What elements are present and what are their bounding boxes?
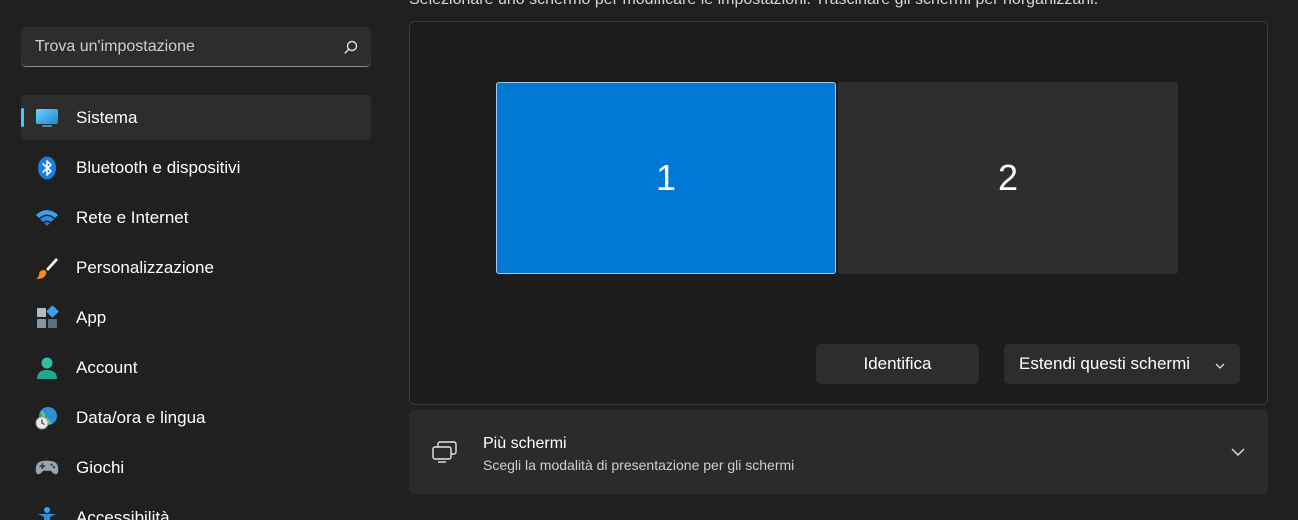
monitor-2[interactable]: 2	[838, 82, 1178, 274]
sidebar-item-data-ora[interactable]: Data/ora e lingua	[21, 395, 371, 440]
sidebar-item-bluetooth[interactable]: Bluetooth e dispositivi	[21, 145, 371, 190]
sidebar-item-label: Personalizzazione	[76, 257, 214, 277]
sidebar-item-rete[interactable]: Rete e Internet	[21, 195, 371, 240]
multiple-displays-card[interactable]: Più schermi Scegli la modalità di presen…	[409, 410, 1268, 494]
display-arrangement-panel: 1 2 Identifica Estendi questi schermi	[409, 21, 1268, 405]
chevron-down-icon	[1214, 357, 1226, 377]
card-title: Più schermi	[483, 435, 567, 452]
card-subtitle: Scegli la modalità di presentazione per …	[483, 457, 795, 473]
brush-icon	[35, 256, 59, 280]
identify-label: Identifica	[863, 354, 932, 373]
account-icon	[35, 356, 59, 380]
chevron-down-icon[interactable]	[1230, 444, 1246, 465]
display-mode-dropdown[interactable]: Estendi questi schermi	[1004, 344, 1240, 384]
settings-window: Sistema Bluetooth e dispositivi Rete e I…	[0, 0, 1298, 520]
monitor-number: 1	[655, 157, 677, 198]
gamepad-icon	[35, 456, 59, 480]
sidebar-item-sistema[interactable]: Sistema	[21, 95, 371, 140]
sidebar-item-label: Sistema	[76, 107, 138, 127]
display-mode-label: Estendi questi schermi	[1019, 354, 1191, 373]
sidebar-item-label: App	[76, 307, 107, 327]
globe-clock-icon	[35, 406, 59, 430]
sidebar-item-giochi[interactable]: Giochi	[21, 445, 371, 490]
multiple-displays-icon	[431, 440, 459, 464]
identify-button[interactable]: Identifica	[816, 344, 979, 384]
arrangement-hint: Selezionare uno schermo per modificare l…	[409, 0, 1098, 9]
sidebar-item-label: Accessibilità	[76, 507, 170, 520]
accessibility-icon	[35, 506, 59, 520]
sidebar-item-label: Giochi	[76, 457, 125, 477]
monitor-number: 2	[997, 157, 1019, 198]
sidebar-item-accessibilita[interactable]: Accessibilità	[21, 495, 371, 520]
bluetooth-icon	[35, 156, 59, 180]
search-icon[interactable]	[343, 39, 359, 55]
search-input[interactable]	[35, 37, 343, 56]
sidebar-item-app[interactable]: App	[21, 295, 371, 340]
wifi-icon	[35, 206, 59, 230]
sidebar-item-label: Bluetooth e dispositivi	[76, 157, 241, 177]
sidebar-item-account[interactable]: Account	[21, 345, 371, 390]
sidebar-item-label: Data/ora e lingua	[76, 407, 206, 427]
monitor-1[interactable]: 1	[496, 82, 836, 274]
system-display-icon	[35, 106, 59, 130]
sidebar-item-personalizzazione[interactable]: Personalizzazione	[21, 245, 371, 290]
sidebar-item-label: Rete e Internet	[76, 207, 189, 227]
sidebar-item-label: Account	[76, 357, 138, 377]
sidebar-nav: Sistema Bluetooth e dispositivi Rete e I…	[21, 95, 371, 520]
apps-icon	[35, 305, 59, 330]
search-box[interactable]	[21, 27, 371, 67]
